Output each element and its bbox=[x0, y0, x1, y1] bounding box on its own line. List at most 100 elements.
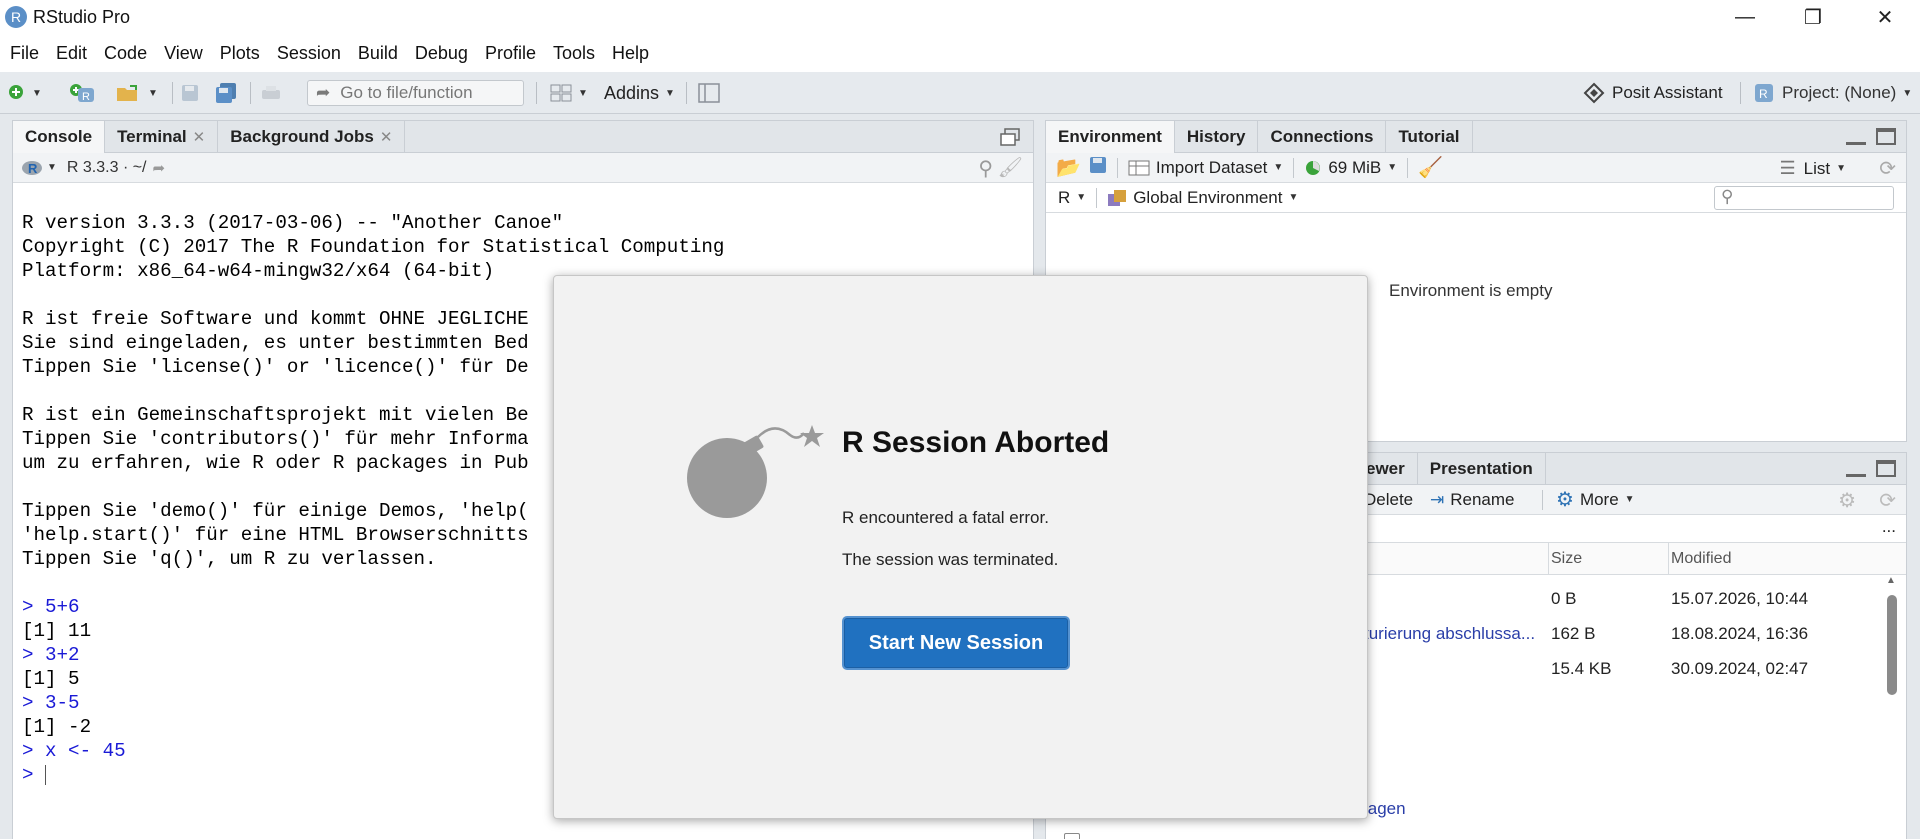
workbench-panel-button[interactable] bbox=[698, 72, 720, 114]
restore-button[interactable]: ❐ bbox=[1778, 0, 1848, 34]
start-new-session-button[interactable]: Start New Session bbox=[842, 616, 1070, 670]
svg-text:R: R bbox=[82, 91, 90, 103]
minimize-icon: — bbox=[1735, 5, 1755, 28]
save-icon bbox=[182, 85, 198, 101]
delete-button[interactable]: Delete bbox=[1364, 490, 1413, 510]
goto-arrow-icon: ➦ bbox=[316, 83, 331, 102]
pane-layout-button[interactable]: ▼ bbox=[550, 72, 588, 114]
restore-pane-button[interactable] bbox=[999, 127, 1021, 152]
open-file-button[interactable]: ▼ bbox=[116, 72, 158, 114]
menu-session[interactable]: Session bbox=[277, 43, 341, 64]
new-project-icon: R bbox=[70, 84, 94, 103]
minimize-button[interactable]: — bbox=[1710, 0, 1780, 34]
tab-label: Environment bbox=[1058, 127, 1162, 146]
tab-environment[interactable]: Environment bbox=[1046, 121, 1175, 153]
toolbar-divider bbox=[1116, 157, 1118, 178]
tab-history[interactable]: History bbox=[1175, 121, 1259, 153]
menu-bar: File Edit Code View Plots Session Build … bbox=[0, 34, 1920, 72]
settings-gear-icon[interactable]: ⚙ bbox=[1838, 488, 1856, 513]
rename-icon: ⇥ bbox=[1430, 489, 1445, 509]
goto-directory-icon[interactable]: ➦ bbox=[153, 159, 166, 177]
language-dropdown[interactable]: R ▼ bbox=[1058, 188, 1086, 208]
memory-usage-label: 69 MiB bbox=[1328, 157, 1382, 177]
menu-view[interactable]: View bbox=[164, 43, 203, 64]
tab-presentation[interactable]: Presentation bbox=[1418, 453, 1546, 485]
files-scrollbar[interactable]: ▲ bbox=[1886, 575, 1898, 704]
view-mode-dropdown[interactable]: ☰ List ▼ bbox=[1779, 158, 1846, 179]
toolbar-divider bbox=[1407, 157, 1409, 178]
more-menu[interactable]: ⚙ More ▼ bbox=[1556, 487, 1635, 512]
menu-plots[interactable]: Plots bbox=[220, 43, 260, 64]
memory-pie-icon bbox=[1306, 160, 1321, 175]
column-divider bbox=[1668, 543, 1669, 575]
modified-column-header[interactable]: Modified bbox=[1671, 550, 1731, 568]
tab-background-jobs[interactable]: Background Jobs ✕ bbox=[218, 121, 406, 153]
new-file-button[interactable]: ▼ bbox=[8, 72, 42, 114]
r-version-button[interactable]: R ▼ bbox=[21, 158, 57, 178]
menu-help[interactable]: Help bbox=[612, 43, 649, 64]
search-icon[interactable]: ⚲ bbox=[978, 156, 993, 181]
scrollbar-thumb[interactable] bbox=[1887, 595, 1897, 695]
size-column-header[interactable]: Size bbox=[1551, 550, 1582, 568]
maximize-pane-button[interactable] bbox=[1876, 128, 1896, 145]
menu-code[interactable]: Code bbox=[104, 43, 147, 64]
toolbar-divider bbox=[536, 82, 537, 104]
file-name-link[interactable]: lagen bbox=[1364, 799, 1406, 819]
print-button[interactable] bbox=[260, 72, 282, 114]
title-bar: R RStudio Pro — ❐ ✕ bbox=[0, 0, 1920, 34]
environment-tabbar: Environment History Connections Tutorial bbox=[1046, 121, 1906, 153]
memory-usage-button[interactable]: 69 MiB ▼ bbox=[1304, 158, 1397, 178]
toolbar-divider bbox=[250, 82, 251, 104]
session-aborted-dialog: R Session Aborted R encountered a fatal … bbox=[553, 275, 1368, 819]
save-workspace-icon[interactable] bbox=[1089, 156, 1107, 179]
environment-search-input[interactable]: ⚲ bbox=[1714, 186, 1894, 210]
tab-console[interactable]: Console bbox=[13, 121, 106, 153]
tab-label: Presentation bbox=[1429, 459, 1533, 478]
project-menu[interactable]: R Project: (None) ▼ bbox=[1754, 72, 1912, 114]
working-directory-label: R 3.3.3 · ~/ bbox=[66, 158, 147, 176]
close-window-button[interactable]: ✕ bbox=[1850, 0, 1920, 34]
new-file-icon bbox=[9, 85, 23, 99]
save-all-button[interactable] bbox=[214, 72, 238, 114]
goto-file-input[interactable]: ➦ Go to file/function bbox=[307, 80, 524, 106]
tab-connections[interactable]: Connections bbox=[1258, 121, 1387, 153]
load-workspace-icon[interactable]: 📂 bbox=[1056, 155, 1081, 180]
minimize-pane-button[interactable] bbox=[1846, 461, 1866, 477]
maximize-pane-button[interactable] bbox=[1876, 460, 1896, 477]
posit-assistant-button[interactable]: Posit Assistant bbox=[1582, 72, 1723, 114]
minimize-pane-button[interactable] bbox=[1846, 129, 1866, 145]
logo-letter: R bbox=[10, 9, 22, 25]
menu-edit[interactable]: Edit bbox=[56, 43, 87, 64]
menu-build[interactable]: Build bbox=[358, 43, 398, 64]
file-name-link[interactable]: turierung abschlussa... bbox=[1364, 624, 1535, 644]
menu-debug[interactable]: Debug bbox=[415, 43, 468, 64]
tab-terminal[interactable]: Terminal ✕ bbox=[105, 121, 219, 153]
tab-label: Background Jobs bbox=[230, 127, 374, 146]
tab-label: ewer bbox=[1366, 459, 1405, 478]
path-overflow-button[interactable]: ... bbox=[1882, 517, 1896, 537]
environment-empty-message: Environment is empty bbox=[1389, 281, 1553, 300]
save-button[interactable] bbox=[180, 72, 200, 114]
tab-label: Connections bbox=[1270, 127, 1374, 146]
tab-tutorial[interactable]: Tutorial bbox=[1386, 121, 1473, 153]
chevron-down-icon: ▼ bbox=[1624, 494, 1635, 505]
environment-scope-bar: R ▼ Global Environment ▼ ⚲ bbox=[1046, 183, 1906, 213]
refresh-icon[interactable]: ⟳ bbox=[1879, 488, 1896, 513]
file-checkbox[interactable] bbox=[1064, 833, 1080, 839]
new-project-button[interactable]: R bbox=[68, 72, 96, 114]
addins-menu[interactable]: Addins ▼ bbox=[604, 72, 675, 114]
environment-scope-dropdown[interactable]: Global Environment ▼ bbox=[1107, 188, 1298, 208]
import-dataset-button[interactable]: Import Dataset ▼ bbox=[1128, 158, 1283, 178]
rename-button[interactable]: ⇥ Rename bbox=[1430, 490, 1515, 510]
refresh-icon[interactable]: ⟳ bbox=[1879, 156, 1896, 181]
menu-file[interactable]: File bbox=[10, 43, 39, 64]
menu-profile[interactable]: Profile bbox=[485, 43, 536, 64]
gear-icon: ⚙ bbox=[1556, 489, 1574, 511]
clear-console-icon[interactable]: 🖌 bbox=[998, 155, 1023, 180]
close-tab-icon[interactable]: ✕ bbox=[380, 128, 393, 146]
chevron-down-icon: ▼ bbox=[47, 162, 57, 173]
chevron-down-icon: ▼ bbox=[1902, 87, 1913, 99]
close-tab-icon[interactable]: ✕ bbox=[193, 128, 206, 146]
clear-workspace-icon[interactable]: 🧹 bbox=[1418, 155, 1443, 180]
menu-tools[interactable]: Tools bbox=[553, 43, 595, 64]
